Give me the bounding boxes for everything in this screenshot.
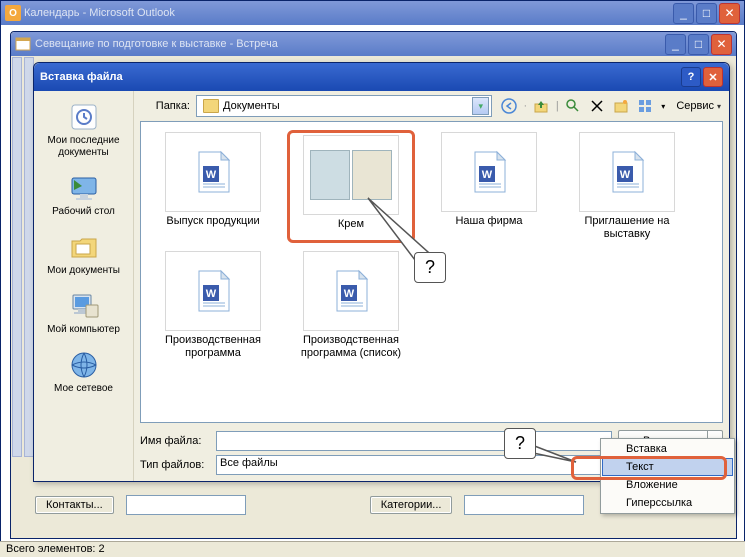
place-mycomp[interactable]: Мой компьютер bbox=[36, 284, 132, 342]
back-icon[interactable] bbox=[498, 95, 520, 117]
new-folder-icon[interactable] bbox=[610, 95, 632, 117]
callout-1: ? bbox=[358, 196, 478, 306]
meeting-titlebar[interactable]: Севещание по подготовке к выставке - Вст… bbox=[11, 32, 736, 56]
dialog-titlebar[interactable]: Вставка файла ? ✕ bbox=[34, 63, 729, 91]
views-icon[interactable] bbox=[634, 95, 656, 117]
svg-text:W: W bbox=[206, 169, 217, 181]
status-text: Всего элементов: 2 bbox=[6, 543, 105, 555]
search-icon[interactable] bbox=[562, 95, 584, 117]
place-desktop[interactable]: Рабочий стол bbox=[36, 166, 132, 224]
service-menu[interactable]: Сервис ▾ bbox=[670, 95, 723, 117]
status-bar: Всего элементов: 2 bbox=[0, 541, 745, 557]
folder-value: Документы bbox=[223, 100, 472, 112]
toolbar-icons: · | ▾ Сервис ▾ bbox=[498, 95, 723, 117]
up-folder-icon[interactable] bbox=[530, 95, 552, 117]
filename-label: Имя файла: bbox=[140, 435, 210, 447]
place-label: Мои документы bbox=[47, 265, 120, 277]
dropdown-item[interactable]: Вставка bbox=[602, 440, 733, 458]
places-bar: Мои последние документы Рабочий стол Мои д… bbox=[34, 91, 134, 481]
word-doc-icon: W bbox=[607, 150, 647, 194]
place-network[interactable]: Мое сетевое bbox=[36, 343, 132, 401]
image-thumbnail bbox=[310, 150, 392, 200]
dialog-title-text: Вставка файла bbox=[40, 71, 681, 83]
svg-text:W: W bbox=[344, 288, 355, 300]
file-item[interactable]: W Приглашение на выставку bbox=[563, 130, 691, 243]
place-recent[interactable]: Мои последние документы bbox=[36, 95, 132, 165]
folder-combo[interactable]: Документы ▾ bbox=[196, 95, 492, 117]
filetype-label: Тип файлов: bbox=[140, 459, 210, 471]
callout-2-question: ? bbox=[504, 428, 536, 459]
meeting-bottom-row: Контакты... Категории... bbox=[35, 495, 584, 515]
folder-dropdown-arrow[interactable]: ▾ bbox=[472, 97, 489, 115]
recent-icon bbox=[68, 101, 100, 133]
meeting-maximize-button[interactable]: □ bbox=[688, 34, 709, 55]
meeting-window-controls: _ □ ✕ bbox=[665, 34, 732, 55]
mydocs-icon bbox=[68, 231, 100, 263]
outlook-title-text: Календарь - Microsoft Outlook bbox=[24, 7, 673, 19]
file-item[interactable]: W Выпуск продукции bbox=[149, 130, 277, 243]
dialog-close-button[interactable]: ✕ bbox=[703, 67, 723, 87]
toolbar-sep-2: | bbox=[554, 95, 560, 117]
dialog-help-button[interactable]: ? bbox=[681, 67, 701, 87]
meeting-close-button[interactable]: ✕ bbox=[711, 34, 732, 55]
folder-label: Папка: bbox=[140, 100, 190, 112]
file-name: Приглашение на выставку bbox=[565, 215, 689, 241]
dropdown-item[interactable]: Вложение bbox=[602, 476, 733, 494]
place-label: Мои последние документы bbox=[38, 135, 130, 159]
word-doc-icon: W bbox=[193, 269, 233, 313]
dropdown-item[interactable]: Текст bbox=[602, 458, 733, 476]
outlook-titlebar[interactable]: O Календарь - Microsoft Outlook _ □ ✕ bbox=[1, 1, 744, 25]
minimize-button[interactable]: _ bbox=[673, 3, 694, 24]
desktop-icon bbox=[68, 172, 100, 204]
file-name: Выпуск продукции bbox=[166, 215, 259, 228]
insert-dropdown: ВставкаТекстВложениеГиперссылка bbox=[600, 438, 735, 514]
file-name: Производственная программа (список) bbox=[289, 334, 413, 360]
file-item[interactable]: W Производственная программа bbox=[149, 249, 277, 362]
folder-row: Папка: Документы ▾ · | ▾ bbox=[140, 95, 723, 117]
svg-text:W: W bbox=[620, 169, 631, 181]
close-button[interactable]: ✕ bbox=[719, 3, 740, 24]
svg-text:W: W bbox=[206, 288, 217, 300]
place-mydocs[interactable]: Мои документы bbox=[36, 225, 132, 283]
file-name: Производственная программа bbox=[151, 334, 275, 360]
window-controls: _ □ ✕ bbox=[673, 3, 740, 24]
folder-icon bbox=[203, 99, 219, 113]
delete-icon[interactable] bbox=[586, 95, 608, 117]
maximize-button[interactable]: □ bbox=[696, 3, 717, 24]
toolbar-sep: · bbox=[522, 95, 528, 117]
contacts-input[interactable] bbox=[126, 495, 246, 515]
categories-button[interactable]: Категории... bbox=[370, 496, 453, 514]
toolbar-sliver bbox=[12, 57, 22, 457]
word-doc-icon: W bbox=[469, 150, 509, 194]
service-arrow-icon: ▾ bbox=[717, 102, 721, 111]
place-label: Мой компьютер bbox=[47, 324, 120, 336]
dropdown-item[interactable]: Гиперссылка bbox=[602, 494, 733, 512]
mycomp-icon bbox=[68, 290, 100, 322]
meeting-title-text: Севещание по подготовке к выставке - Вст… bbox=[35, 38, 665, 50]
meeting-icon bbox=[15, 36, 31, 52]
meeting-minimize-button[interactable]: _ bbox=[665, 34, 686, 55]
callout-1-question: ? bbox=[414, 252, 446, 283]
service-label: Сервис bbox=[676, 100, 714, 112]
contacts-button[interactable]: Контакты... bbox=[35, 496, 114, 514]
views-dropdown-arrow[interactable]: ▾ bbox=[658, 95, 668, 117]
network-icon bbox=[68, 349, 100, 381]
word-doc-icon: W bbox=[193, 150, 233, 194]
place-label: Рабочий стол bbox=[52, 206, 115, 218]
svg-text:W: W bbox=[482, 169, 493, 181]
place-label: Мое сетевое bbox=[54, 383, 113, 395]
categories-input[interactable] bbox=[464, 495, 584, 515]
outlook-icon: O bbox=[5, 5, 21, 21]
